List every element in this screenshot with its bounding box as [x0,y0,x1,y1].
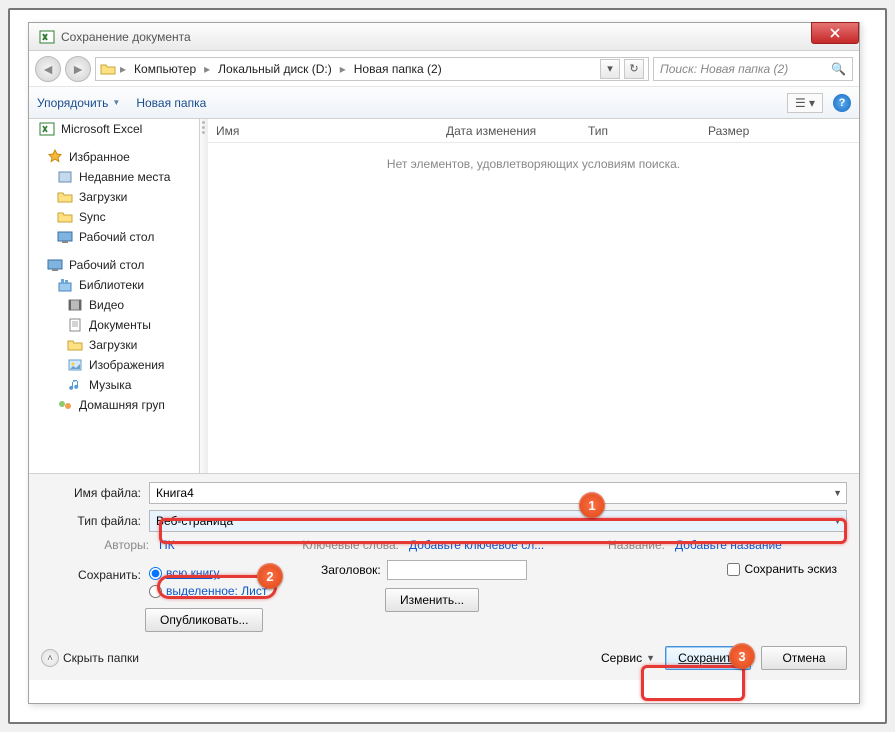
libraries-icon [57,277,73,293]
col-date[interactable]: Дата изменения [438,124,580,138]
chevron-right-icon: ▸ [202,62,212,76]
chevron-down-icon[interactable]: ▼ [833,488,842,498]
folder-icon [57,209,73,225]
toolbar: Упорядочить ▼ Новая папка ☰ ▾ ? [29,87,859,119]
folder-icon [100,61,116,77]
filename-label: Имя файла: [41,486,149,500]
title-label: Название: [608,538,665,552]
sidebar-item-excel[interactable]: Microsoft Excel [29,119,199,139]
sidebar-item-downloads[interactable]: Загрузки [29,187,199,207]
window-title: Сохранение документа [61,30,191,44]
save-scope-label: Сохранить: [41,568,149,582]
chevron-down-icon[interactable]: ▼ [833,516,842,526]
new-folder-button[interactable]: Новая папка [136,96,206,110]
thumbnail-checkbox-input[interactable] [727,563,740,576]
breadcrumb[interactable]: Компьютер [130,62,200,76]
excel-icon [39,29,55,45]
folder-icon [67,337,83,353]
sidebar: Microsoft Excel Избранное Недавние места… [29,119,200,473]
publish-button[interactable]: Опубликовать... [145,608,263,632]
close-icon [830,28,840,38]
breadcrumb[interactable]: Новая папка (2) [350,62,446,76]
tools-menu[interactable]: Сервис ▼ [601,651,655,665]
radio-whole-book[interactable]: всю книгу [149,566,267,580]
title-value[interactable]: Добавьте название [675,538,782,552]
close-button[interactable] [811,22,859,44]
filetype-select[interactable]: Веб-страница ▼ [149,510,847,532]
excel-icon [39,121,55,137]
authors-label: Авторы: [104,538,149,552]
search-placeholder: Поиск: Новая папка (2) [660,62,788,76]
empty-message: Нет элементов, удовлетворяющих условиям … [208,143,859,185]
change-title-button[interactable]: Изменить... [385,588,479,612]
sidebar-item-video[interactable]: Видео [29,295,199,315]
address-bar[interactable]: ▸ Компьютер ▸ Локальный диск (D:) ▸ Нова… [95,57,649,81]
col-type[interactable]: Тип [580,124,700,138]
star-icon [47,149,63,165]
radio-selection[interactable]: выделенное: Лист [149,584,267,598]
recent-icon [57,169,73,185]
sidebar-item-documents[interactable]: Документы [29,315,199,335]
chevron-right-icon: ▸ [338,62,348,76]
homegroup-icon [57,397,73,413]
folder-icon [57,189,73,205]
filename-input[interactable]: Книга4 ▼ [149,482,847,504]
file-area: Имя Дата изменения Тип Размер Нет элемен… [200,119,859,473]
chevron-down-icon: ▼ [646,653,655,663]
sidebar-item-desktop-fav[interactable]: Рабочий стол [29,227,199,247]
chevron-down-icon: ▼ [112,98,120,107]
page-title-label: Заголовок: [321,563,381,577]
radio-selection-input[interactable] [149,585,162,598]
help-icon[interactable]: ? [833,94,851,112]
organize-menu[interactable]: Упорядочить ▼ [37,96,120,110]
sidebar-item-homegroup[interactable]: Домашняя груп [29,395,199,415]
video-icon [67,297,83,313]
save-thumbnail-checkbox[interactable]: Сохранить эскиз [727,562,837,576]
titlebar: Сохранение документа [29,23,859,51]
document-icon [67,317,83,333]
nav-bar: ◄ ► ▸ Компьютер ▸ Локальный диск (D:) ▸ … [29,51,859,87]
col-name[interactable]: Имя [208,124,438,138]
view-options-button[interactable]: ☰ ▾ [787,93,823,113]
col-size[interactable]: Размер [700,124,780,138]
desktop-icon [57,229,73,245]
save-button[interactable]: Сохранить [665,646,751,670]
bottom-panel: Имя файла: Книга4 ▼ Тип файла: Веб-стран… [29,473,859,680]
body: Microsoft Excel Избранное Недавние места… [29,119,859,473]
forward-button[interactable]: ► [65,56,91,82]
filetype-label: Тип файла: [41,514,149,528]
sidebar-item-downloads-lib[interactable]: Загрузки [29,335,199,355]
keywords-label: Ключевые слова: [302,538,399,552]
sidebar-item-images[interactable]: Изображения [29,355,199,375]
image-icon [67,357,83,373]
sidebar-item-favorites[interactable]: Избранное [29,147,199,167]
splitter[interactable] [200,119,208,473]
sidebar-item-libraries[interactable]: Библиотеки [29,275,199,295]
desktop-icon [47,257,63,273]
save-dialog: Сохранение документа ◄ ► ▸ Компьютер ▸ Л… [28,22,860,704]
authors-value[interactable]: ПК [159,538,175,552]
refresh-button[interactable]: ↻ [624,59,644,79]
breadcrumb[interactable]: Локальный диск (D:) [214,62,336,76]
hide-folders-toggle[interactable]: ˄ Скрыть папки [41,649,139,667]
radio-whole-input[interactable] [149,567,162,580]
cancel-button[interactable]: Отмена [761,646,847,670]
search-icon: 🔍 [831,62,846,76]
chevron-right-icon: ▸ [118,62,128,76]
keywords-value[interactable]: Добавьте ключевое сл... [409,538,544,552]
address-dropdown[interactable]: ▾ [600,59,620,79]
file-list-header: Имя Дата изменения Тип Размер [208,119,859,143]
search-input[interactable]: Поиск: Новая папка (2) 🔍 [653,57,853,81]
page-title-input[interactable] [387,560,527,580]
music-icon [67,377,83,393]
sidebar-item-recent[interactable]: Недавние места [29,167,199,187]
chevron-up-icon: ˄ [41,649,59,667]
sidebar-item-desktop[interactable]: Рабочий стол [29,255,199,275]
back-button[interactable]: ◄ [35,56,61,82]
sidebar-item-sync[interactable]: Sync [29,207,199,227]
sidebar-item-music[interactable]: Музыка [29,375,199,395]
